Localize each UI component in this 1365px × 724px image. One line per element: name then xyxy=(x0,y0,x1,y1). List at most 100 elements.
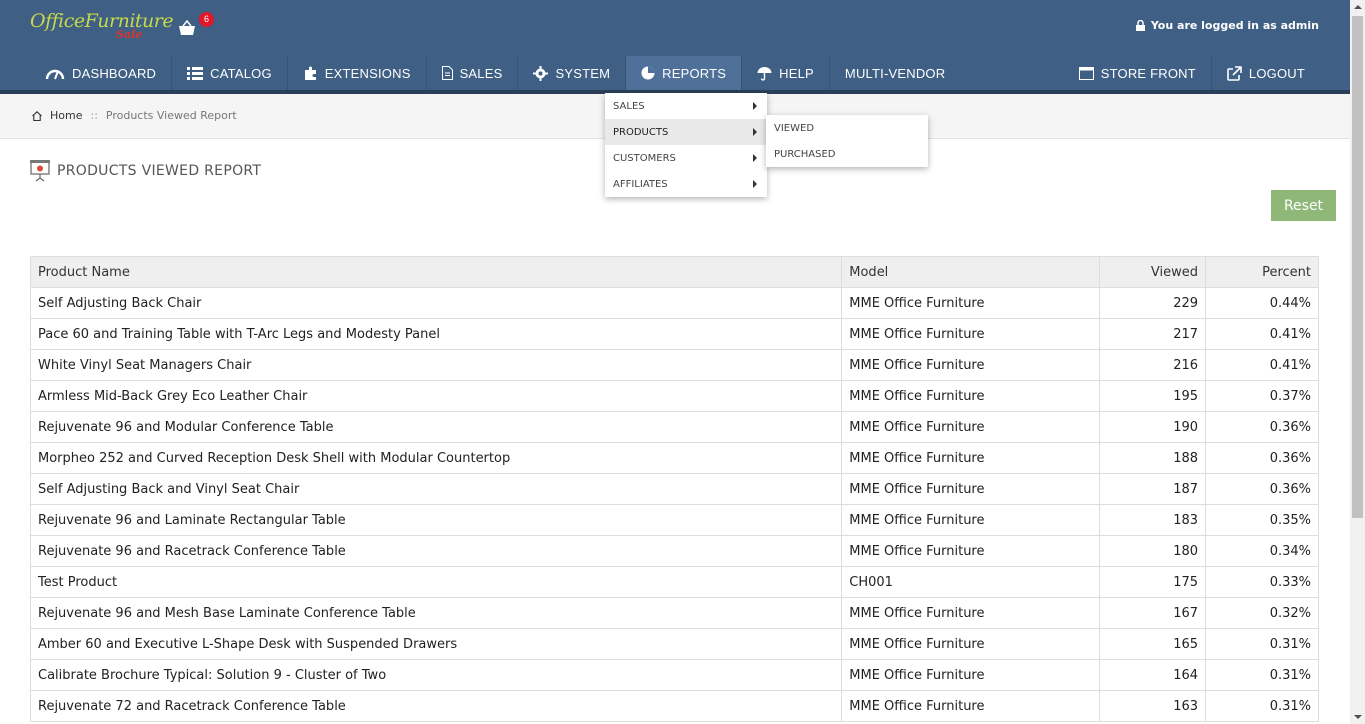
table-row: White Vinyl Seat Managers Chair MME Offi… xyxy=(29,349,1319,381)
submenu-item-purchased-label: PURCHASED xyxy=(774,148,836,160)
table-row: Amber 60 and Executive L-Shape Desk with… xyxy=(29,628,1319,660)
menu-item-sales[interactable]: SALES xyxy=(605,93,767,119)
lock-icon xyxy=(1135,20,1145,31)
cell-model: MME Office Furniture xyxy=(841,659,1101,691)
menu-item-customers-label: CUSTOMERS xyxy=(613,152,676,164)
cell-percent: 0.44% xyxy=(1205,287,1319,319)
menu-item-products[interactable]: PRODUCTS xyxy=(605,119,767,145)
nav-catalog-label: CATALOG xyxy=(210,65,272,81)
breadcrumb-home-link[interactable]: Home xyxy=(50,109,82,122)
page-title: PRODUCTS VIEWED REPORT xyxy=(57,163,262,179)
login-status: You are logged in as admin xyxy=(1135,19,1319,32)
table-body: Self Adjusting Back Chair MME Office Fur… xyxy=(29,287,1319,722)
page: OfficeFurniture Sale 6 You are logged in… xyxy=(0,0,1365,724)
table-row: Rejuvenate 72 and Racetrack Conference T… xyxy=(29,690,1319,722)
nav-system-label: SYSTEM xyxy=(555,65,611,81)
menu-item-customers[interactable]: CUSTOMERS xyxy=(605,145,767,171)
cell-percent: 0.31% xyxy=(1205,659,1319,691)
cell-product-name: Rejuvenate 96 and Modular Conference Tab… xyxy=(29,411,843,443)
reset-button[interactable]: Reset xyxy=(1271,190,1336,221)
logo[interactable]: OfficeFurniture Sale xyxy=(30,8,174,42)
products-submenu: VIEWED PURCHASED xyxy=(766,115,928,167)
header-model[interactable]: Model xyxy=(841,256,1101,288)
nav-sales-label: SALES xyxy=(459,65,503,81)
nav-dashboard[interactable]: DASHBOARD xyxy=(30,56,173,90)
caret-right-icon xyxy=(753,128,757,136)
nav-logout[interactable]: LOGOUT xyxy=(1210,56,1320,90)
nav-system[interactable]: SYSTEM xyxy=(518,56,627,90)
cell-model: MME Office Furniture xyxy=(841,411,1101,443)
logo-text: OfficeFurniture xyxy=(30,10,174,32)
cart-button[interactable]: 6 xyxy=(178,12,214,36)
nav-help[interactable]: HELP xyxy=(742,56,830,90)
menu-item-affiliates[interactable]: AFFILIATES xyxy=(605,171,767,197)
cell-viewed: 195 xyxy=(1099,380,1207,412)
submenu-item-viewed[interactable]: VIEWED xyxy=(766,115,928,141)
cell-model: MME Office Furniture xyxy=(841,628,1101,660)
scroll-up-arrow-icon[interactable] xyxy=(1354,5,1362,9)
cell-product-name: Test Product xyxy=(29,566,843,598)
main-nav: DASHBOARD CATALOG EXTENSIONS SALES SYSTE… xyxy=(30,56,960,90)
scroll-down-arrow-icon[interactable] xyxy=(1354,715,1362,719)
pie-chart-icon xyxy=(641,66,655,80)
cell-model: MME Office Furniture xyxy=(841,380,1101,412)
menu-item-affiliates-label: AFFILIATES xyxy=(613,178,668,190)
list-icon xyxy=(187,66,204,80)
cell-model: MME Office Furniture xyxy=(841,318,1101,350)
cell-viewed: 163 xyxy=(1099,690,1207,722)
header-viewed[interactable]: Viewed xyxy=(1099,256,1207,288)
cell-viewed: 180 xyxy=(1099,535,1207,567)
cell-product-name: Calibrate Brochure Typical: Solution 9 -… xyxy=(29,659,843,691)
table-row: Test Product CH001 175 0.33% xyxy=(29,566,1319,598)
cell-product-name: Self Adjusting Back Chair xyxy=(29,287,843,319)
cell-model: MME Office Furniture xyxy=(841,349,1101,381)
breadcrumb: Home :: Products Viewed Report xyxy=(32,109,237,122)
nav-reports[interactable]: REPORTS xyxy=(626,56,743,90)
window-icon xyxy=(1078,66,1094,80)
cell-percent: 0.32% xyxy=(1205,597,1319,629)
gear-icon xyxy=(533,65,549,81)
cell-percent: 0.35% xyxy=(1205,504,1319,536)
cell-model: MME Office Furniture xyxy=(841,597,1101,629)
nav-catalog[interactable]: CATALOG xyxy=(172,56,288,90)
cell-viewed: 183 xyxy=(1099,504,1207,536)
cell-viewed: 216 xyxy=(1099,349,1207,381)
cell-percent: 0.34% xyxy=(1205,535,1319,567)
nav-multivendor-label: MULTI-VENDOR xyxy=(844,65,946,81)
cell-model: MME Office Furniture xyxy=(841,473,1101,505)
cell-product-name: Rejuvenate 96 and Mesh Base Laminate Con… xyxy=(29,597,843,629)
table-row: Pace 60 and Training Table with T-Arc Le… xyxy=(29,318,1319,350)
table-header-row: Product Name Model Viewed Percent xyxy=(29,256,1319,288)
table-row: Rejuvenate 96 and Modular Conference Tab… xyxy=(29,411,1319,443)
nav-sales[interactable]: SALES xyxy=(427,56,519,90)
cell-viewed: 190 xyxy=(1099,411,1207,443)
nav-storefront[interactable]: STORE FRONT xyxy=(1064,56,1211,90)
cell-percent: 0.36% xyxy=(1205,411,1319,443)
nav-reports-label: REPORTS xyxy=(662,65,727,81)
menu-item-sales-label: SALES xyxy=(613,100,645,112)
cell-model: CH001 xyxy=(841,566,1101,598)
table-row: Armless Mid-Back Grey Eco Leather Chair … xyxy=(29,380,1319,412)
cell-product-name: Pace 60 and Training Table with T-Arc Le… xyxy=(29,318,843,350)
cell-percent: 0.31% xyxy=(1205,690,1319,722)
cell-viewed: 175 xyxy=(1099,566,1207,598)
nav-extensions[interactable]: EXTENSIONS xyxy=(288,56,427,90)
cell-product-name: Rejuvenate 96 and Racetrack Conference T… xyxy=(29,535,843,567)
vertical-scrollbar[interactable] xyxy=(1350,0,1365,724)
report-presentation-icon xyxy=(30,160,50,182)
scrollbar-thumb[interactable] xyxy=(1352,16,1363,518)
nav-multivendor[interactable]: MULTI-VENDOR xyxy=(830,56,960,90)
cell-percent: 0.37% xyxy=(1205,380,1319,412)
header-product-name[interactable]: Product Name xyxy=(29,256,843,288)
nav-logout-label: LOGOUT xyxy=(1248,65,1305,81)
dashboard-gauge-icon xyxy=(45,69,65,80)
report-table: Product Name Model Viewed Percent Self A… xyxy=(29,256,1319,722)
submenu-item-purchased[interactable]: PURCHASED xyxy=(766,141,928,167)
table-row: Morpheo 252 and Curved Reception Desk Sh… xyxy=(29,442,1319,474)
header-percent[interactable]: Percent xyxy=(1205,256,1319,288)
reports-dropdown-menu: SALES PRODUCTS CUSTOMERS AFFILIATES xyxy=(605,93,767,197)
cell-viewed: 167 xyxy=(1099,597,1207,629)
cell-viewed: 187 xyxy=(1099,473,1207,505)
table-row: Rejuvenate 96 and Mesh Base Laminate Con… xyxy=(29,597,1319,629)
cell-product-name: Rejuvenate 96 and Laminate Rectangular T… xyxy=(29,504,843,536)
